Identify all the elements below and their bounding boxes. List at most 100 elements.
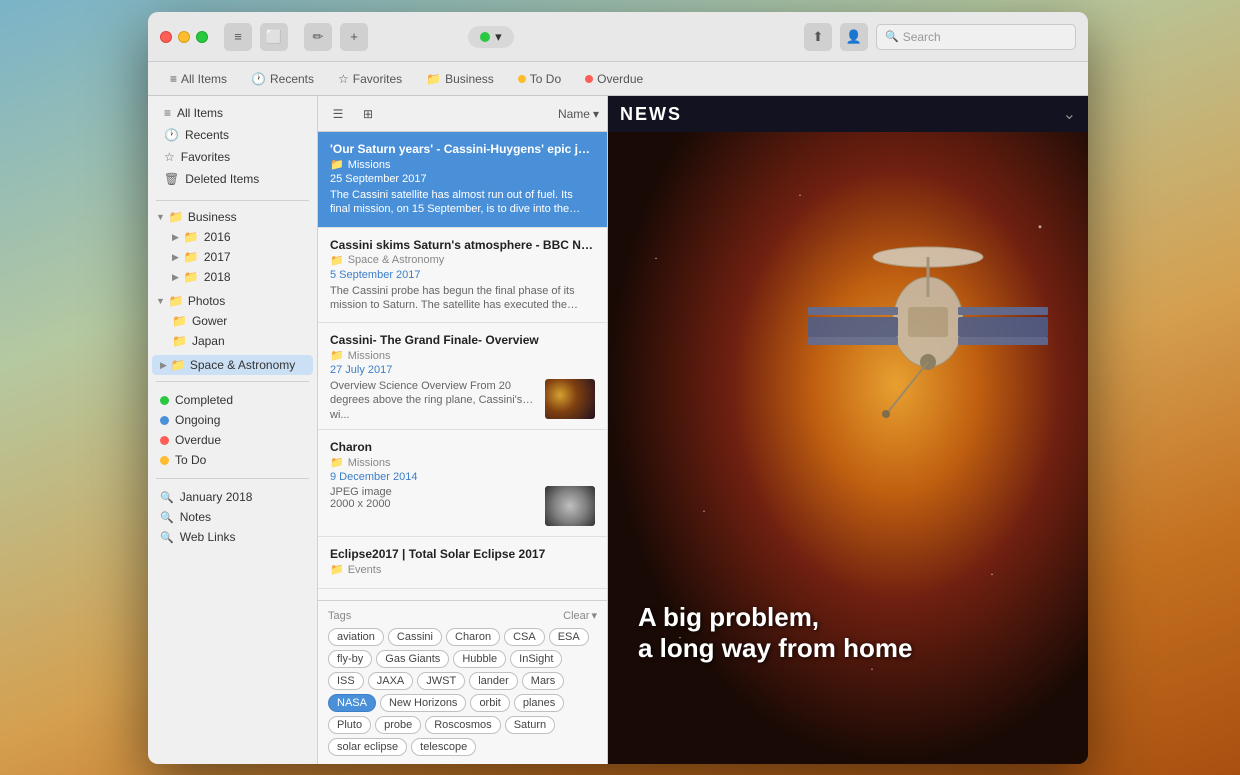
titlebar-left-icons: ≡ ⬜ — [224, 23, 288, 51]
sidebar-todo-label: To Do — [175, 453, 206, 467]
sidebar-all-items-label: All Items — [177, 106, 223, 120]
sidebar-item-completed[interactable]: Completed — [148, 390, 317, 410]
tag-iss[interactable]: ISS — [328, 672, 364, 690]
sidebar-item-2016[interactable]: ▶ 📁 2016 — [148, 227, 317, 247]
tag-planes[interactable]: planes — [514, 694, 564, 712]
account-button[interactable]: 👤 — [840, 23, 868, 51]
list-item[interactable]: Cassini- The Grand Finale- Overview 📁 Mi… — [318, 323, 607, 430]
tab-recents[interactable]: 🕐 Recents — [241, 68, 324, 90]
sidebar-item-gower[interactable]: 📁 Gower — [148, 311, 317, 331]
sidebar-divider-1 — [156, 200, 309, 201]
item-date: 27 July 2017 — [330, 364, 595, 376]
sidebar-item-overdue[interactable]: Overdue — [148, 430, 317, 450]
tag-gas-giants[interactable]: Gas Giants — [376, 650, 449, 668]
tag-orbit[interactable]: orbit — [470, 694, 509, 712]
tag-cassini[interactable]: Cassini — [388, 628, 442, 646]
sidebar-item-all-items[interactable]: ≡ All Items — [152, 102, 313, 124]
detail-chevron-icon[interactable]: ⌄ — [1063, 104, 1076, 124]
sidebar-item-japan[interactable]: 📁 Japan — [148, 331, 317, 351]
tag-jwst[interactable]: JWST — [417, 672, 465, 690]
tag-jaxa[interactable]: JAXA — [368, 672, 414, 690]
list-view-icon[interactable]: ☰ — [326, 102, 350, 126]
item-desc: Overview Science Overview From 20 degree… — [330, 379, 537, 419]
tag-probe[interactable]: probe — [375, 716, 421, 734]
sidebar-item-ongoing[interactable]: Ongoing — [148, 410, 317, 430]
tab-todo-label: To Do — [530, 72, 561, 86]
favorites-icon: ☆ — [164, 150, 175, 164]
tab-business[interactable]: 📁 Business — [416, 68, 504, 90]
maximize-button[interactable] — [196, 31, 208, 43]
folder-icon: 📁 — [169, 210, 184, 224]
grid-view-icon[interactable]: ⊞ — [356, 102, 380, 126]
overdue-dot-sidebar — [160, 436, 169, 445]
sidebar-item-notes[interactable]: 🔍 Notes — [148, 507, 317, 527]
sidebar-item-favorites[interactable]: ☆ Favorites — [152, 146, 313, 168]
list-item[interactable]: Charon 📁 Missions 9 December 2014 JPEG i… — [318, 430, 607, 537]
close-button[interactable] — [160, 31, 172, 43]
tag-csa[interactable]: CSA — [504, 628, 545, 646]
item-meta: JPEG image 2000 x 2000 — [330, 486, 537, 526]
tag-telescope[interactable]: telescope — [411, 738, 476, 756]
overdue-dot — [585, 75, 593, 83]
list-item[interactable]: Cassini skims Saturn's atmosphere - BBC … — [318, 228, 607, 324]
tab-todo[interactable]: To Do — [508, 68, 571, 90]
folder-icon-gower: 📁 — [172, 314, 187, 328]
sidebar-toggle-button[interactable]: ≡ — [224, 23, 252, 51]
tag-saturn[interactable]: Saturn — [505, 716, 555, 734]
tag-roscosmos[interactable]: Roscosmos — [425, 716, 500, 734]
tags-clear-button[interactable]: Clear ▾ — [563, 609, 597, 622]
list-item[interactable]: Eclipse2017 | Total Solar Eclipse 2017 📁… — [318, 537, 607, 589]
sidebar-item-recents[interactable]: 🕐 Recents — [152, 124, 313, 146]
tag-flyby[interactable]: fly-by — [328, 650, 372, 668]
search-icon-notes: 🔍 — [160, 511, 174, 524]
sidebar-item-web-links[interactable]: 🔍 Web Links — [148, 527, 317, 547]
tag-hubble[interactable]: Hubble — [453, 650, 506, 668]
tag-new-horizons[interactable]: New Horizons — [380, 694, 466, 712]
sidebar-item-2018[interactable]: ▶ 📁 2018 — [148, 267, 317, 287]
new-note-button[interactable]: ✏ — [304, 23, 332, 51]
tag-pluto[interactable]: Pluto — [328, 716, 371, 734]
tab-overdue[interactable]: Overdue — [575, 68, 653, 90]
sidebar-group-space-header[interactable]: ▶ 📁 Space & Astronomy — [152, 355, 313, 375]
tab-all-items-label: All Items — [181, 72, 227, 86]
sidebar-group-business-header[interactable]: ▼ 📁 Business — [148, 207, 317, 227]
chevron-right-icon-space: ▶ — [160, 360, 167, 371]
tag-solar-eclipse[interactable]: solar eclipse — [328, 738, 407, 756]
tags-label: Tags — [328, 610, 351, 622]
tab-all-items[interactable]: ≡ All Items — [160, 68, 237, 90]
traffic-lights — [160, 31, 208, 43]
list-item[interactable]: 'Our Saturn years' - Cassini-Huygens' ep… — [318, 132, 607, 228]
tag-lander[interactable]: lander — [469, 672, 518, 690]
tag-aviation[interactable]: aviation — [328, 628, 384, 646]
add-button[interactable]: + — [340, 23, 368, 51]
tag-charon[interactable]: Charon — [446, 628, 500, 646]
tag-selector[interactable]: ▾ — [468, 26, 514, 48]
item-title: Cassini- The Grand Finale- Overview — [330, 333, 595, 347]
tag-mars[interactable]: Mars — [522, 672, 564, 690]
sidebar-group-photos-header[interactable]: ▼ 📁 Photos — [148, 291, 317, 311]
tags-clear-label: Clear — [563, 610, 589, 622]
tab-overdue-label: Overdue — [597, 72, 643, 86]
sort-name[interactable]: Name ▾ — [558, 107, 599, 121]
sidebar-searches: 🔍 January 2018 🔍 Notes 🔍 Web Links — [148, 483, 317, 551]
tabs-bar: ≡ All Items 🕐 Recents ☆ Favorites 📁 Busi… — [148, 62, 1088, 96]
sidebar-item-todo[interactable]: To Do — [148, 450, 317, 470]
sidebar-item-january-2018[interactable]: 🔍 January 2018 — [148, 487, 317, 507]
search-placeholder[interactable]: Search — [903, 30, 941, 44]
minimize-button[interactable] — [178, 31, 190, 43]
tag-insight[interactable]: InSight — [510, 650, 562, 668]
item-desc: The Cassini satellite has almost run out… — [330, 188, 595, 217]
folder-icon-item: 📁 — [330, 254, 344, 267]
sidebar-item-2017[interactable]: ▶ 📁 2017 — [148, 247, 317, 267]
titlebar: ≡ ⬜ ✏ + ▾ ⬆ 👤 🔍 Search — [148, 12, 1088, 62]
tag-nasa[interactable]: NASA — [328, 694, 376, 712]
space-thumbnail — [545, 379, 595, 419]
item-folder-name: Missions — [348, 159, 391, 171]
view-toggle-button[interactable]: ⬜ — [260, 23, 288, 51]
tab-favorites[interactable]: ☆ Favorites — [328, 68, 412, 90]
folder-icon-2016: 📁 — [184, 230, 199, 244]
share-button[interactable]: ⬆ — [804, 23, 832, 51]
sidebar-gower-label: Gower — [192, 314, 227, 328]
sidebar-item-deleted[interactable]: 🗑 Deleted Items — [152, 168, 313, 190]
tag-esa[interactable]: ESA — [549, 628, 589, 646]
